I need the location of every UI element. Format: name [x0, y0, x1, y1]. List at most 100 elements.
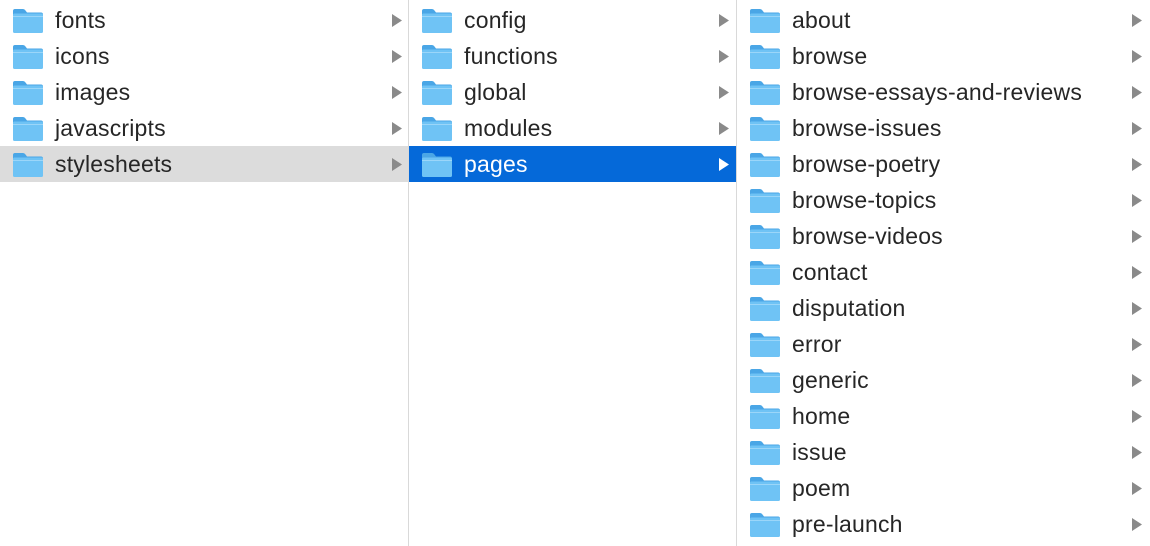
folder-icon	[421, 80, 453, 106]
folder-row-pre-launch[interactable]: pre-launch	[737, 506, 1150, 542]
chevron-right-icon	[1132, 158, 1142, 171]
folder-row-generic[interactable]: generic	[737, 362, 1150, 398]
folder-label: browse-topics	[792, 187, 937, 213]
folder-label: config	[464, 7, 527, 33]
folder-label: browse-videos	[792, 223, 943, 249]
chevron-right-icon	[1132, 50, 1142, 63]
folder-row-home[interactable]: home	[737, 398, 1150, 434]
folder-icon	[12, 44, 44, 70]
folder-row-browse-topics[interactable]: browse-topics	[737, 182, 1150, 218]
folder-icon	[749, 44, 781, 70]
folder-label: icons	[55, 43, 110, 69]
folder-icon	[749, 332, 781, 358]
chevron-right-icon	[1132, 518, 1142, 531]
folder-row-poem[interactable]: poem	[737, 470, 1150, 506]
chevron-right-icon	[719, 122, 729, 135]
folder-icon	[749, 224, 781, 250]
folder-label: poem	[792, 475, 851, 501]
folder-label: home	[792, 403, 851, 429]
finder-column-browser: fonts icons images javascripts stylesheets c…	[0, 0, 1150, 546]
folder-icon	[749, 152, 781, 178]
folder-label: browse-issues	[792, 115, 942, 141]
folder-icon	[12, 8, 44, 34]
chevron-right-icon	[1132, 374, 1142, 387]
folder-label: about	[792, 7, 851, 33]
folder-icon	[749, 296, 781, 322]
column-3[interactable]: about browse browse-essays-and-reviews brow…	[737, 0, 1150, 546]
folder-row-browse-poetry[interactable]: browse-poetry	[737, 146, 1150, 182]
chevron-right-icon	[1132, 194, 1142, 207]
folder-row-icons[interactable]: icons	[0, 38, 408, 74]
folder-label: error	[792, 331, 842, 357]
folder-row-issue[interactable]: issue	[737, 434, 1150, 470]
chevron-right-icon	[1132, 266, 1142, 279]
folder-icon	[749, 8, 781, 34]
folder-row-browse[interactable]: browse	[737, 38, 1150, 74]
folder-icon	[421, 116, 453, 142]
folder-row-images[interactable]: images	[0, 74, 408, 110]
chevron-right-icon	[392, 86, 402, 99]
folder-row-browse-videos[interactable]: browse-videos	[737, 218, 1150, 254]
folder-icon	[421, 44, 453, 70]
folder-label: fonts	[55, 7, 106, 33]
folder-row-disputation[interactable]: disputation	[737, 290, 1150, 326]
folder-label: pre-launch	[792, 511, 903, 537]
folder-row-global[interactable]: global	[409, 74, 736, 110]
folder-label: browse	[792, 43, 868, 69]
chevron-right-icon	[1132, 14, 1142, 27]
folder-icon	[421, 8, 453, 34]
folder-label: global	[464, 79, 527, 105]
folder-icon	[749, 404, 781, 430]
folder-icon	[421, 152, 453, 178]
folder-row-browse-essays-and-reviews[interactable]: browse-essays-and-reviews	[737, 74, 1150, 110]
folder-row-fonts[interactable]: fonts	[0, 2, 408, 38]
folder-row-javascripts[interactable]: javascripts	[0, 110, 408, 146]
folder-row-browse-issues[interactable]: browse-issues	[737, 110, 1150, 146]
folder-label: generic	[792, 367, 869, 393]
folder-icon	[749, 260, 781, 286]
folder-icon	[749, 80, 781, 106]
folder-row-about[interactable]: about	[737, 2, 1150, 38]
folder-row-functions[interactable]: functions	[409, 38, 736, 74]
folder-row-pages[interactable]: pages	[409, 146, 736, 182]
folder-label: disputation	[792, 295, 906, 321]
column-2[interactable]: config functions global modules pages	[409, 0, 737, 546]
chevron-right-icon	[719, 86, 729, 99]
folder-icon	[749, 476, 781, 502]
folder-icon	[749, 440, 781, 466]
chevron-right-icon	[719, 50, 729, 63]
folder-label: pages	[464, 151, 528, 177]
chevron-right-icon	[1132, 338, 1142, 351]
folder-label: stylesheets	[55, 151, 173, 177]
folder-icon	[749, 368, 781, 394]
column-1[interactable]: fonts icons images javascripts stylesheets	[0, 0, 409, 546]
chevron-right-icon	[392, 14, 402, 27]
folder-row-stylesheets[interactable]: stylesheets	[0, 146, 408, 182]
chevron-right-icon	[1132, 446, 1142, 459]
folder-label: browse-poetry	[792, 151, 941, 177]
chevron-right-icon	[392, 122, 402, 135]
chevron-right-icon	[1132, 230, 1142, 243]
folder-icon	[12, 116, 44, 142]
chevron-right-icon	[1132, 482, 1142, 495]
folder-label: modules	[464, 115, 553, 141]
folder-icon	[12, 80, 44, 106]
chevron-right-icon	[1132, 86, 1142, 99]
chevron-right-icon	[392, 158, 402, 171]
folder-row-contact[interactable]: contact	[737, 254, 1150, 290]
chevron-right-icon	[1132, 410, 1142, 423]
folder-row-config[interactable]: config	[409, 2, 736, 38]
folder-row-modules[interactable]: modules	[409, 110, 736, 146]
folder-label: contact	[792, 259, 868, 285]
folder-icon	[749, 188, 781, 214]
chevron-right-icon	[1132, 122, 1142, 135]
folder-icon	[12, 152, 44, 178]
folder-row-error[interactable]: error	[737, 326, 1150, 362]
folder-label: images	[55, 79, 131, 105]
folder-label: issue	[792, 439, 847, 465]
chevron-right-icon	[719, 14, 729, 27]
folder-label: javascripts	[55, 115, 166, 141]
folder-label: functions	[464, 43, 558, 69]
folder-icon	[749, 512, 781, 538]
chevron-right-icon	[1132, 302, 1142, 315]
